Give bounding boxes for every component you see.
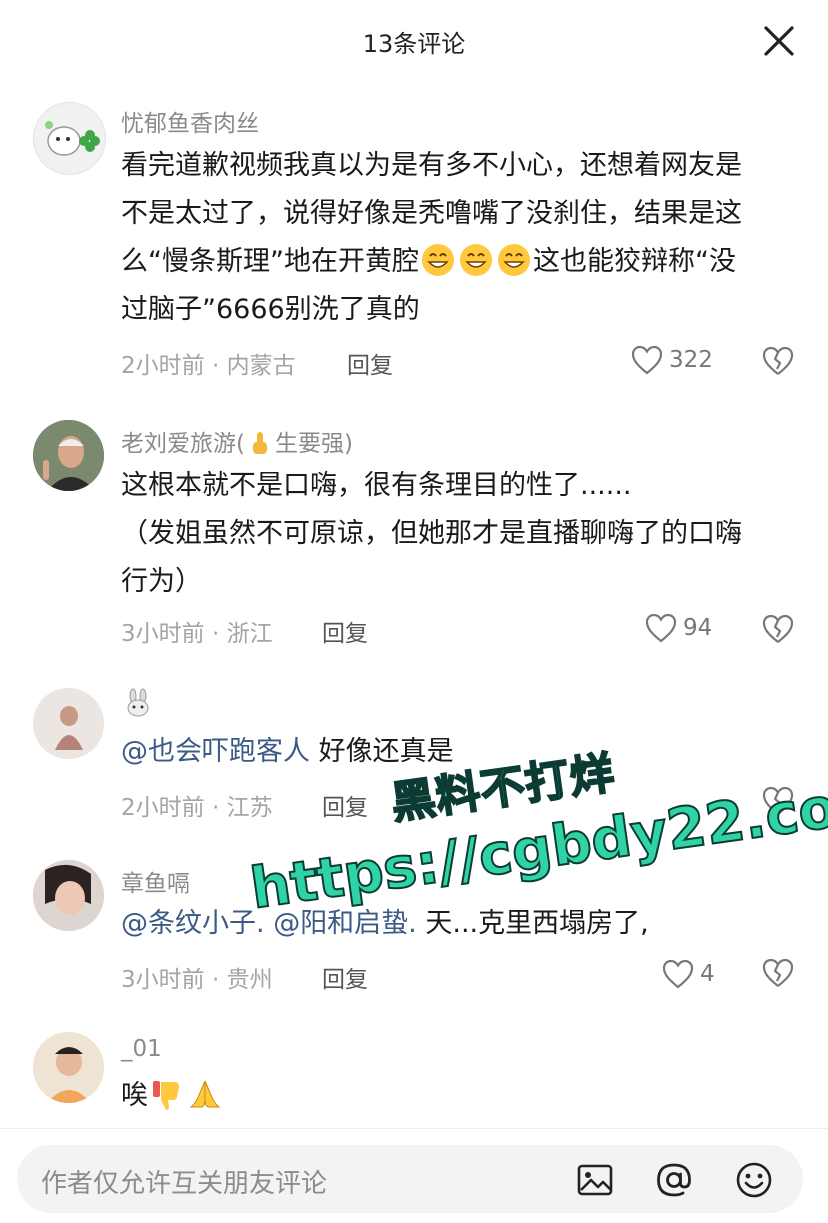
- comment-line: 行为）: [121, 566, 202, 597]
- comment-line: 不是太过了，说得好像是秃噜嘴了没刹住，结果是这: [121, 198, 742, 229]
- reply-button[interactable]: 回复: [322, 614, 368, 648]
- comments-title: 13条评论: [362, 30, 466, 58]
- close-icon[interactable]: [760, 22, 798, 60]
- mention-link[interactable]: @也会吓跑客人: [121, 736, 310, 767]
- heart-icon: [631, 345, 663, 375]
- comment-time-location: 2小时前 · 内蒙古: [121, 353, 296, 379]
- comment-item: 忧郁鱼香肉丝 看完道歉视频我真以为是有多不小心，还想着网友是 不是太过了，说得好…: [0, 100, 828, 400]
- broken-heart-icon[interactable]: [762, 785, 794, 817]
- input-placeholder: 作者仅允许互关朋友评论: [41, 1169, 328, 1199]
- comment-text: @条纹小子. @阳和启蛰. 天...克里西塌房了,: [121, 900, 801, 948]
- comment-line: 这根本就不是口嗨，很有条理目的性了......: [121, 470, 632, 501]
- comment-time-location: 3小时前 · 贵州: [121, 967, 273, 993]
- comment-line: 过脑子”6666别洗了真的: [121, 294, 420, 325]
- comment-line-part: 这也能狡辩称“没: [532, 246, 736, 277]
- heart-icon: [662, 959, 694, 989]
- avatar[interactable]: [33, 420, 104, 491]
- like-count: 322: [669, 347, 713, 373]
- avatar[interactable]: [33, 102, 106, 175]
- broken-heart-icon[interactable]: [762, 957, 794, 989]
- like-button[interactable]: 322: [631, 343, 713, 377]
- comment-line-with-emoji: 么“慢条斯理”地在开黄腔 这也能狡辩称“没: [121, 238, 801, 286]
- username-paren: (: [236, 431, 245, 457]
- comment-item: @也会吓跑客人 好像还真是 2小时前 · 江苏 回复: [0, 688, 828, 838]
- comment-time-location: 3小时前 · 浙江: [121, 621, 273, 647]
- like-count: 94: [683, 615, 713, 641]
- comment-text: 这根本就不是口嗨，很有条理目的性了...... （发姐虽然不可原谅，但她那才是直…: [121, 462, 801, 606]
- comment-input-bar: 作者仅允许互关朋友评论: [0, 1128, 828, 1223]
- heart-icon: [645, 613, 677, 643]
- comment-item: 章鱼嗝 @条纹小子. @阳和启蛰. 天...克里西塌房了, 3小时前 · 贵州 …: [0, 860, 828, 1010]
- username[interactable]: 章鱼嗝: [121, 864, 190, 898]
- image-icon[interactable]: [576, 1161, 614, 1199]
- avatar[interactable]: [33, 860, 104, 931]
- smile-icon[interactable]: [735, 1161, 773, 1199]
- reply-button[interactable]: 回复: [322, 788, 368, 822]
- comment-text: 唉: [121, 1072, 801, 1120]
- at-icon[interactable]: [655, 1161, 693, 1199]
- comment-text-content: 好像还真是: [310, 736, 454, 767]
- comment-text: 看完道歉视频我真以为是有多不小心，还想着网友是 不是太过了，说得好像是秃噜嘴了没…: [121, 142, 801, 334]
- reply-button[interactable]: 回复: [322, 960, 368, 994]
- comment-text-content: 天...克里西塌房了,: [416, 908, 649, 939]
- comments-header: 13条评论: [0, 0, 828, 80]
- username-text: 老刘爱旅游: [121, 431, 236, 457]
- pointing-up-emoji-icon: [252, 432, 267, 454]
- comment-text-content: 唉: [121, 1080, 148, 1111]
- broken-heart-icon[interactable]: [762, 613, 794, 645]
- username[interactable]: _01: [121, 1036, 162, 1062]
- thumbs-down-emoji-icon: [153, 1081, 179, 1110]
- rabbit-emoji-icon: [127, 688, 149, 717]
- broken-heart-icon[interactable]: [762, 345, 794, 377]
- comment-line-part: 么“慢条斯理”地在开黄腔: [121, 246, 419, 277]
- username[interactable]: 老刘爱旅游( 生要强): [121, 424, 353, 458]
- comment-item: 老刘爱旅游( 生要强) 这根本就不是口嗨，很有条理目的性了...... （发姐虽然…: [0, 420, 828, 660]
- grin-emoji-icon: [497, 244, 530, 276]
- like-button[interactable]: 4: [662, 957, 715, 991]
- mention-link[interactable]: @条纹小子.: [121, 908, 265, 939]
- praying-hands-emoji-icon: [189, 1080, 221, 1108]
- mention-link[interactable]: @阳和启蛰.: [273, 908, 417, 939]
- avatar[interactable]: [33, 688, 104, 759]
- like-count: 4: [700, 961, 715, 987]
- comment-item: _01 唉: [0, 1032, 828, 1122]
- comment-text: @也会吓跑客人 好像还真是: [121, 728, 801, 776]
- grin-emoji-icon: [421, 244, 454, 276]
- username-suffix: 生要强): [274, 431, 353, 457]
- avatar[interactable]: [33, 1032, 104, 1103]
- username[interactable]: 忧郁鱼香肉丝: [121, 104, 259, 138]
- grin-emoji-icon: [459, 244, 492, 276]
- comment-input[interactable]: 作者仅允许互关朋友评论: [17, 1145, 803, 1213]
- comment-time-location: 2小时前 · 江苏: [121, 795, 273, 821]
- comment-line: （发姐虽然不可原谅，但她那才是直播聊嗨了的口嗨: [121, 518, 742, 549]
- reply-button[interactable]: 回复: [347, 346, 393, 380]
- like-button[interactable]: 94: [645, 611, 712, 645]
- comment-line: 看完道歉视频我真以为是有多不小心，还想着网友是: [121, 150, 742, 181]
